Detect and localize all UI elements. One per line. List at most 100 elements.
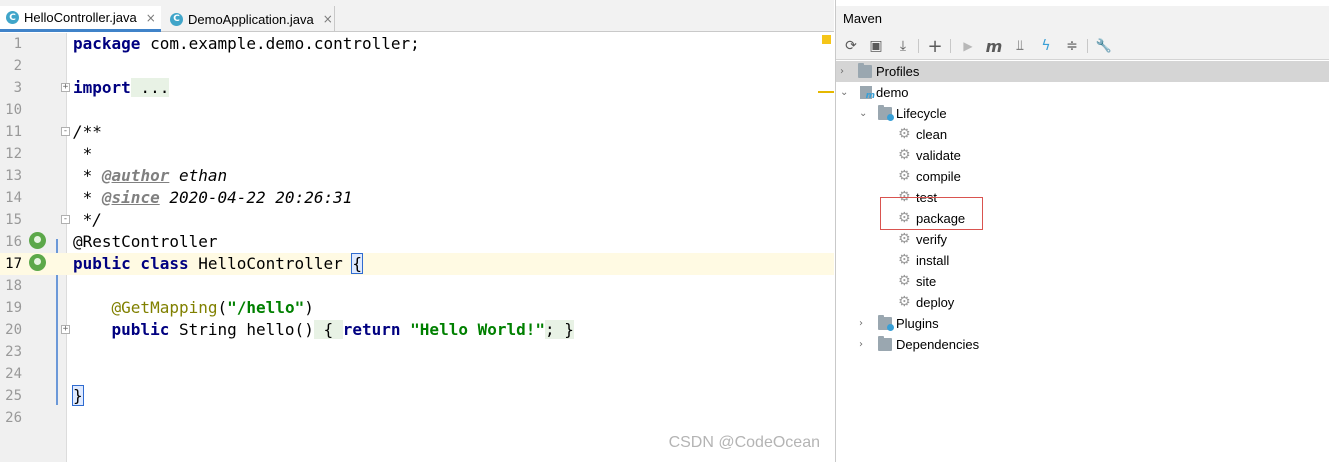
keyword: return xyxy=(342,320,401,339)
run-icon[interactable]: ▶ xyxy=(959,37,977,55)
code-line[interactable]: 16 @RestController xyxy=(0,231,834,253)
folded-imports[interactable]: ... xyxy=(130,78,170,97)
gear-icon: ⚙ xyxy=(898,231,911,247)
gear-icon: ⚙ xyxy=(898,126,911,142)
keyword: import xyxy=(73,78,131,97)
tree-item-label: Lifecycle xyxy=(896,106,947,121)
tab-demo-application[interactable]: C DemoApplication.java × xyxy=(164,6,335,32)
lifecycle-phase-site[interactable]: ⚙ site xyxy=(836,271,1329,292)
code-line[interactable]: 15 */ xyxy=(0,209,834,231)
folded-body[interactable]: ; } xyxy=(545,320,574,339)
close-icon[interactable]: × xyxy=(146,11,156,25)
dependencies-folder-icon xyxy=(878,336,892,351)
folded-body[interactable]: { xyxy=(313,320,343,339)
punctuation: ) xyxy=(304,298,314,317)
tree-item-profiles[interactable]: › Profiles xyxy=(836,61,1329,82)
line-number: 10 xyxy=(5,102,22,118)
lifecycle-phase-install[interactable]: ⚙ install xyxy=(836,250,1329,271)
reimport-icon[interactable]: ▣ xyxy=(867,37,885,55)
toolbar-separator xyxy=(918,39,919,53)
phase-label: site xyxy=(916,274,937,289)
code-line[interactable]: 24 xyxy=(0,363,834,385)
skip-tests-icon[interactable]: ⫫ xyxy=(1011,37,1029,55)
chevron-right-icon[interactable]: › xyxy=(859,334,869,355)
maven-tool-window[interactable]: Maven ⟳ ▣ ⤓ + ▶ m ⫫ ϟ ≑ 🔧 › Profiles ⌄ m… xyxy=(835,0,1329,462)
package-name: com.example.demo.controller; xyxy=(140,34,420,53)
code-editor[interactable]: C HelloController.java × C DemoApplicati… xyxy=(0,0,834,462)
code-line[interactable]: 13 * @author ethan xyxy=(0,165,834,187)
line-number: 12 xyxy=(5,146,22,162)
toolbar-separator xyxy=(950,39,951,53)
matched-brace: } xyxy=(72,385,84,406)
chevron-right-icon[interactable]: › xyxy=(859,313,869,334)
collapse-all-icon[interactable]: ≑ xyxy=(1063,37,1081,55)
close-icon[interactable]: × xyxy=(323,12,333,26)
lifecycle-phase-verify[interactable]: ⚙ verify xyxy=(836,229,1329,250)
code-line[interactable]: 2 xyxy=(0,55,834,77)
spring-bean-class-icon[interactable] xyxy=(29,254,46,271)
chevron-right-icon[interactable]: › xyxy=(840,61,850,82)
lifecycle-phase-compile[interactable]: ⚙ compile xyxy=(836,166,1329,187)
fold-collapse-icon[interactable]: - xyxy=(61,127,70,136)
tree-item-plugins[interactable]: › Plugins xyxy=(836,313,1329,334)
execute-goal-icon[interactable]: m xyxy=(985,37,1003,56)
code-line[interactable]: 10 xyxy=(0,99,834,121)
line-number: 11 xyxy=(5,124,22,140)
fold-end-icon[interactable]: - xyxy=(61,215,70,224)
code-line[interactable]: 25 } xyxy=(0,385,834,407)
tab-hello-controller[interactable]: C HelloController.java × xyxy=(0,6,161,32)
offline-mode-icon[interactable]: ϟ xyxy=(1037,37,1055,55)
code-line[interactable]: 1 package com.example.demo.controller; xyxy=(0,33,834,55)
tree-item-dependencies[interactable]: › Dependencies xyxy=(836,334,1329,355)
analysis-status-icon[interactable] xyxy=(822,35,831,44)
tree-item-label: Profiles xyxy=(876,64,920,79)
maven-module-icon: m xyxy=(860,86,875,101)
reload-icon[interactable]: ⟳ xyxy=(842,37,860,55)
code-line[interactable]: 3 import ... xyxy=(0,77,834,99)
code-line-current[interactable]: 17 public class HelloController { xyxy=(0,253,834,275)
line-number: 19 xyxy=(5,300,22,316)
class-name: HelloController xyxy=(188,254,353,273)
doc-comment: * xyxy=(73,188,102,207)
download-icon[interactable]: ⤓ xyxy=(894,37,912,55)
settings-wrench-icon[interactable]: 🔧 xyxy=(1095,37,1113,55)
line-number: 17 xyxy=(5,256,22,272)
code-line[interactable]: 23 xyxy=(0,341,834,363)
line-number: 13 xyxy=(5,168,22,184)
javadoc-tag: @since xyxy=(101,188,160,207)
doc-comment: 2020-04-22 20:26:31 xyxy=(159,188,353,207)
lifecycle-phase-deploy[interactable]: ⚙ deploy xyxy=(836,292,1329,313)
spring-bean-icon[interactable] xyxy=(29,232,46,249)
plugins-folder-icon xyxy=(878,315,894,331)
tree-item-lifecycle[interactable]: ⌄ Lifecycle xyxy=(836,103,1329,124)
folder-icon xyxy=(858,63,872,78)
javadoc-tag: @author xyxy=(101,166,170,185)
chevron-down-icon[interactable]: ⌄ xyxy=(840,82,850,103)
code-line[interactable]: 20 public String hello() { return "Hello… xyxy=(0,319,834,341)
tree-item-label: demo xyxy=(876,85,909,100)
phase-label: validate xyxy=(916,148,961,163)
tree-item-project[interactable]: ⌄ m demo xyxy=(836,82,1329,103)
scrollbar-marker[interactable] xyxy=(818,91,834,93)
code-line[interactable]: 18 xyxy=(0,275,834,297)
java-class-icon: C xyxy=(6,11,19,24)
code-line[interactable]: 26 xyxy=(0,407,834,429)
keyword: public xyxy=(111,320,170,339)
code-line[interactable]: 14 * @since 2020-04-22 20:26:31 xyxy=(0,187,834,209)
code-line[interactable]: 11 /** xyxy=(0,121,834,143)
line-number: 23 xyxy=(5,344,22,360)
maven-panel-title: Maven xyxy=(836,6,1329,32)
lifecycle-phase-validate[interactable]: ⚙ validate xyxy=(836,145,1329,166)
lifecycle-phase-clean[interactable]: ⚙ clean xyxy=(836,124,1329,145)
add-icon[interactable]: + xyxy=(926,36,944,57)
code-line[interactable]: 19 @GetMapping("/hello") xyxy=(0,297,834,319)
doc-comment: * xyxy=(73,166,102,185)
fold-expand-icon[interactable]: + xyxy=(61,83,70,92)
line-number: 24 xyxy=(5,366,22,382)
phase-label: deploy xyxy=(916,295,955,310)
code-line[interactable]: 12 * xyxy=(0,143,834,165)
tree-item-label: Plugins xyxy=(896,316,939,331)
fold-expand-icon[interactable]: + xyxy=(61,325,70,334)
chevron-down-icon[interactable]: ⌄ xyxy=(859,103,869,124)
watermark: CSDN @CodeOcean xyxy=(668,434,820,451)
